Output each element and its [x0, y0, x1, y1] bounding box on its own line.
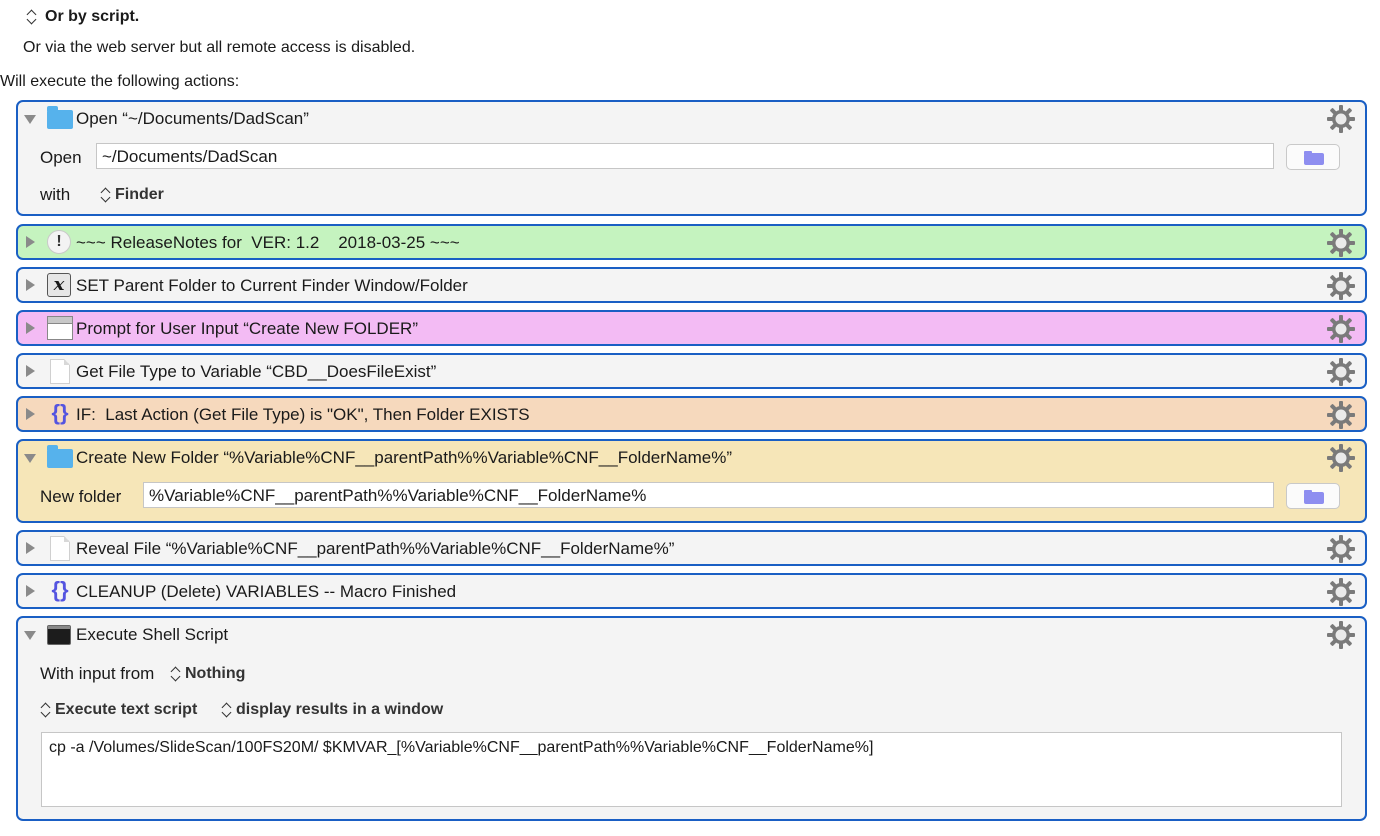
action-title: CLEANUP (Delete) VARIABLES -- Macro Fini… — [76, 582, 457, 601]
gear-icon[interactable] — [1327, 358, 1355, 386]
document-icon — [50, 359, 70, 384]
variable-icon: x — [47, 273, 71, 297]
up-down-arrows-icon — [100, 187, 111, 203]
with-label: with — [40, 185, 71, 204]
disclosure-triangle-icon[interactable] — [26, 322, 35, 334]
action-title: Open “~/Documents/DadScan” — [76, 109, 309, 128]
action-cleanup-variables[interactable]: {} CLEANUP (Delete) VARIABLES -- Macro F… — [16, 573, 1367, 609]
action-title: Prompt for User Input “Create New FOLDER… — [76, 319, 418, 338]
disclosure-triangle-icon[interactable] — [26, 542, 35, 554]
prompt-window-icon — [47, 316, 73, 340]
gear-icon[interactable] — [1327, 229, 1355, 257]
output-mode-popup[interactable]: display results in a window — [221, 701, 443, 719]
action-header[interactable]: Create New Folder “%Variable%CNF__parent… — [18, 441, 1365, 475]
action-if-then[interactable]: {} IF: Last Action (Get File Type) is "O… — [16, 396, 1367, 432]
folder-icon — [47, 106, 73, 129]
action-title: Create New Folder “%Variable%CNF__parent… — [76, 448, 733, 467]
input-source-popup[interactable]: Nothing — [170, 665, 245, 683]
braces-icon: {} — [51, 400, 69, 425]
application-value: Finder — [115, 186, 164, 203]
application-popup[interactable]: Finder — [100, 186, 164, 204]
disclosure-triangle-icon[interactable] — [26, 365, 35, 377]
action-release-notes[interactable]: ! ~~~ ReleaseNotes for VER: 1.2 2018-03-… — [16, 224, 1367, 260]
exclamation-note-icon: ! — [47, 230, 71, 254]
folder-icon — [47, 445, 73, 468]
up-down-arrows-icon — [40, 702, 51, 718]
choose-folder-button[interactable] — [1286, 483, 1340, 509]
gear-icon[interactable] — [1327, 401, 1355, 429]
action-header[interactable]: Open “~/Documents/DadScan” — [18, 102, 1365, 136]
gear-icon[interactable] — [1327, 272, 1355, 300]
disclosure-triangle-icon[interactable] — [26, 279, 35, 291]
trigger-popup[interactable]: Or by script. — [26, 8, 139, 26]
action-header[interactable]: Get File Type to Variable “CBD__DoesFile… — [18, 355, 1365, 389]
disclosure-triangle-icon[interactable] — [26, 236, 35, 248]
action-set-variable[interactable]: x SET Parent Folder to Current Finder Wi… — [16, 267, 1367, 303]
action-title: SET Parent Folder to Current Finder Wind… — [76, 276, 468, 295]
action-header[interactable]: Reveal File “%Variable%CNF__parentPath%%… — [18, 532, 1365, 566]
action-execute-shell-script[interactable]: Execute Shell Script With input from Not… — [16, 616, 1367, 821]
action-prompt-user-input[interactable]: Prompt for User Input “Create New FOLDER… — [16, 310, 1367, 346]
up-down-arrows-icon — [221, 702, 232, 718]
braces-icon: {} — [51, 577, 69, 602]
input-source-value: Nothing — [185, 665, 246, 682]
terminal-icon — [47, 625, 71, 645]
choose-folder-button[interactable] — [1286, 144, 1340, 170]
action-open-file[interactable]: Open “~/Documents/DadScan” Open ~/Docume… — [16, 100, 1367, 216]
gear-icon[interactable] — [1327, 535, 1355, 563]
disclosure-triangle-icon[interactable] — [24, 115, 36, 124]
script-mode-value: Execute text script — [55, 701, 198, 718]
action-header[interactable]: Execute Shell Script — [18, 618, 1365, 652]
script-text-area[interactable]: cp -a /Volumes/SlideScan/100FS20M/ $KMVA… — [41, 732, 1342, 807]
action-reveal-file[interactable]: Reveal File “%Variable%CNF__parentPath%%… — [16, 530, 1367, 566]
gear-icon[interactable] — [1327, 444, 1355, 472]
action-title: Reveal File “%Variable%CNF__parentPath%%… — [76, 539, 675, 558]
actions-heading: Will execute the following actions: — [0, 73, 240, 90]
action-title: IF: Last Action (Get File Type) is "OK",… — [76, 405, 530, 424]
gear-icon[interactable] — [1327, 315, 1355, 343]
action-create-new-folder[interactable]: Create New Folder “%Variable%CNF__parent… — [16, 439, 1367, 523]
new-folder-path-field[interactable]: %Variable%CNF__parentPath%%Variable%CNF_… — [143, 482, 1274, 508]
script-mode-popup[interactable]: Execute text script — [40, 701, 197, 719]
gear-icon[interactable] — [1327, 105, 1355, 133]
action-header[interactable]: {} CLEANUP (Delete) VARIABLES -- Macro F… — [18, 575, 1365, 609]
up-down-arrows-icon — [26, 9, 37, 25]
action-title: Execute Shell Script — [76, 625, 229, 644]
web-server-note: Or via the web server but all remote acc… — [23, 39, 416, 56]
action-header[interactable]: {} IF: Last Action (Get File Type) is "O… — [18, 398, 1365, 432]
trigger-label: Or by script. — [45, 8, 140, 25]
disclosure-triangle-icon[interactable] — [26, 585, 35, 597]
new-folder-label: New folder — [40, 487, 122, 506]
open-path-field[interactable]: ~/Documents/DadScan — [96, 143, 1274, 169]
gear-icon[interactable] — [1327, 621, 1355, 649]
up-down-arrows-icon — [170, 666, 181, 682]
action-header[interactable]: x SET Parent Folder to Current Finder Wi… — [18, 269, 1365, 303]
action-get-file-type[interactable]: Get File Type to Variable “CBD__DoesFile… — [16, 353, 1367, 389]
action-header[interactable]: ! ~~~ ReleaseNotes for VER: 1.2 2018-03-… — [18, 226, 1365, 260]
input-from-label: With input from — [40, 664, 155, 683]
disclosure-triangle-icon[interactable] — [24, 454, 36, 463]
disclosure-triangle-icon[interactable] — [24, 631, 36, 640]
action-title: ~~~ ReleaseNotes for VER: 1.2 2018-03-25… — [76, 233, 460, 252]
disclosure-triangle-icon[interactable] — [26, 408, 35, 420]
output-mode-value: display results in a window — [236, 701, 444, 718]
action-title: Get File Type to Variable “CBD__DoesFile… — [76, 362, 437, 381]
open-label: Open — [40, 148, 82, 167]
action-header[interactable]: Prompt for User Input “Create New FOLDER… — [18, 312, 1365, 346]
document-icon — [50, 536, 70, 561]
gear-icon[interactable] — [1327, 578, 1355, 606]
